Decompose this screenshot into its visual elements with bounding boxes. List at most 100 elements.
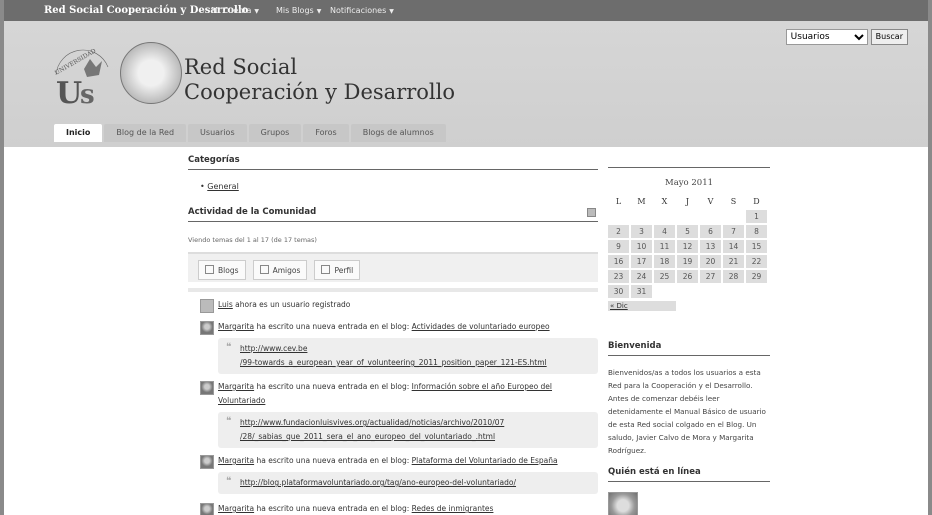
tab-inicio[interactable]: Inicio bbox=[54, 124, 103, 142]
calendar-empty-cell bbox=[631, 210, 652, 223]
post-link[interactable]: Plataforma del Voluntariado de España bbox=[412, 456, 558, 465]
user-link[interactable]: Margarita bbox=[218, 382, 254, 391]
user-link[interactable]: Margarita bbox=[218, 504, 254, 513]
tab-blog-de-la-red[interactable]: Blog de la Red bbox=[104, 124, 187, 142]
filter-amigos-button[interactable]: Amigos bbox=[252, 260, 308, 280]
calendar-empty-cell bbox=[654, 285, 675, 298]
calendar-day: 21 bbox=[723, 255, 744, 268]
calendar-day: 2 bbox=[608, 225, 629, 238]
calendar-day: 18 bbox=[654, 255, 675, 268]
post-link[interactable]: Actividades de voluntariado europeo bbox=[412, 322, 550, 331]
tab-grupos[interactable]: Grupos bbox=[248, 124, 302, 142]
avatar[interactable] bbox=[200, 321, 214, 335]
main-nav-tabs: Inicio Blog de la Red Usuarios Grupos Foros B… bbox=[54, 120, 448, 142]
calendar-day: 26 bbox=[677, 270, 698, 283]
svg-text:U: U bbox=[56, 76, 82, 105]
calendar-day: 13 bbox=[700, 240, 721, 253]
calendar-day: 9 bbox=[608, 240, 629, 253]
activity-title: Actividad de la Comunidad bbox=[188, 207, 598, 222]
calendar-day: 11 bbox=[654, 240, 675, 253]
calendar-day: 10 bbox=[631, 240, 652, 253]
activity-excerpt: ❝ http://www.cev.be/99-towards_a_european… bbox=[218, 338, 598, 374]
quote-icon: ❝ bbox=[226, 416, 232, 427]
activity-item: Luis ahora es un usuario registrado bbox=[188, 298, 598, 313]
chevron-down-icon: ▼ bbox=[254, 8, 259, 15]
menu-notificaciones[interactable]: Notificaciones ▼ bbox=[330, 6, 394, 15]
calendar-empty-cell bbox=[677, 210, 698, 223]
browser-page: Red Social Cooperación y Desarrollo Mi C… bbox=[4, 0, 928, 515]
menu-mis-blogs[interactable]: Mis Blogs ▼ bbox=[276, 6, 321, 15]
calendar-day: 3 bbox=[631, 225, 652, 238]
avatar[interactable] bbox=[200, 503, 214, 515]
avatar[interactable] bbox=[200, 299, 214, 313]
calendar-weekday: D bbox=[753, 196, 760, 206]
calendar-day: 1 bbox=[746, 210, 767, 223]
excerpt-link[interactable]: http://blog.plataformavoluntariado.org/t… bbox=[240, 478, 516, 487]
calendar-day: 4 bbox=[654, 225, 675, 238]
calendar-weekday: J bbox=[685, 196, 690, 206]
calendar-day: 6 bbox=[700, 225, 721, 238]
menu-mi-cuenta[interactable]: Mi Cuenta ▼ bbox=[211, 6, 259, 15]
chevron-down-icon: ▼ bbox=[389, 8, 394, 15]
calendar-divider bbox=[608, 155, 770, 168]
calendar-day: 31 bbox=[631, 285, 652, 298]
calendar-weekday: X bbox=[661, 196, 668, 206]
post-link[interactable]: Redes de inmigrantes bbox=[412, 504, 494, 513]
site-header: UsuariosBuscar UNIVERSIDAD U s Red Socia… bbox=[4, 21, 928, 147]
avatar[interactable] bbox=[200, 381, 214, 395]
avatar[interactable] bbox=[200, 455, 214, 469]
user-link[interactable]: Margarita bbox=[218, 456, 254, 465]
profile-icon bbox=[321, 265, 331, 274]
rss-icon[interactable] bbox=[587, 208, 596, 217]
calendar-day: 12 bbox=[677, 240, 698, 253]
tab-usuarios[interactable]: Usuarios bbox=[188, 124, 247, 142]
blog-icon bbox=[205, 265, 214, 274]
calendar-day: 24 bbox=[631, 270, 652, 283]
search-button[interactable]: Buscar bbox=[870, 28, 908, 45]
calendar-day: 17 bbox=[631, 255, 652, 268]
calendar-weekday: S bbox=[730, 196, 737, 206]
calendar-table: LMXJVSD 1 2 3 4 5 6 7 8 9 10 11 12 13 14 15 16 17 18 19 20 2… bbox=[606, 192, 769, 300]
activity-item: Margarita ha escrito una nueva entrada e… bbox=[188, 380, 598, 448]
activity-excerpt: ❝ http://blog.plataformavoluntariado.org/… bbox=[218, 472, 598, 494]
excerpt-link[interactable]: http://www.fundacionluisvives.org/actual… bbox=[240, 418, 504, 441]
calendar-weekday: L bbox=[615, 196, 622, 206]
calendar-day: 19 bbox=[677, 255, 698, 268]
filter-perfil-button[interactable]: Perfil bbox=[314, 260, 361, 280]
pagination-count: Viendo temas del 1 al 17 (de 17 temas) bbox=[188, 236, 317, 244]
search-scope-select[interactable]: Usuarios bbox=[785, 29, 868, 45]
tab-blogs-de-alumnos[interactable]: Blogs de alumnos bbox=[350, 124, 446, 142]
calendar-day: 7 bbox=[723, 225, 744, 238]
admin-bar: Red Social Cooperación y Desarrollo Mi C… bbox=[4, 0, 928, 21]
categories-list: • General bbox=[200, 182, 239, 191]
calendar-empty-cell bbox=[654, 210, 675, 223]
calendar-weekday: M bbox=[637, 196, 646, 206]
activity-item: Margarita ha escrito una nueva entrada e… bbox=[188, 454, 598, 494]
welcome-title: Bienvenida bbox=[608, 341, 770, 356]
category-link-general[interactable]: General bbox=[207, 182, 239, 191]
excerpt-link[interactable]: http://www.cev.be/99-towards_a_european_… bbox=[240, 344, 547, 367]
categories-title: Categorías bbox=[188, 155, 598, 170]
calendar-weekday: V bbox=[707, 196, 714, 206]
user-link[interactable]: Luis bbox=[218, 300, 233, 309]
search-form: UsuariosBuscar bbox=[785, 24, 908, 45]
activity-item: Margarita ha escrito una nueva entrada e… bbox=[188, 502, 598, 515]
user-link[interactable]: Margarita bbox=[218, 322, 254, 331]
svg-text:s: s bbox=[80, 80, 95, 105]
filter-blogs-button[interactable]: Blogs bbox=[198, 260, 246, 280]
calendar-empty-cell bbox=[746, 285, 767, 298]
friends-icon bbox=[259, 265, 269, 274]
calendar-day: 16 bbox=[608, 255, 629, 268]
online-title: Quién está en línea bbox=[608, 467, 770, 482]
calendar-day: 30 bbox=[608, 285, 629, 298]
calendar-day: 8 bbox=[746, 225, 767, 238]
calendar-empty-cell bbox=[700, 210, 721, 223]
online-user-avatar[interactable] bbox=[608, 492, 638, 515]
activity-item: Margarita ha escrito una nueva entrada e… bbox=[188, 320, 598, 374]
site-title[interactable]: Red Social Cooperación y Desarrollo bbox=[184, 55, 455, 105]
calendar-prev-link[interactable]: « Dic bbox=[608, 301, 676, 311]
tab-foros[interactable]: Foros bbox=[303, 124, 349, 142]
calendar-empty-cell bbox=[677, 285, 698, 298]
chevron-down-icon: ▼ bbox=[316, 8, 322, 15]
divider bbox=[188, 288, 598, 292]
